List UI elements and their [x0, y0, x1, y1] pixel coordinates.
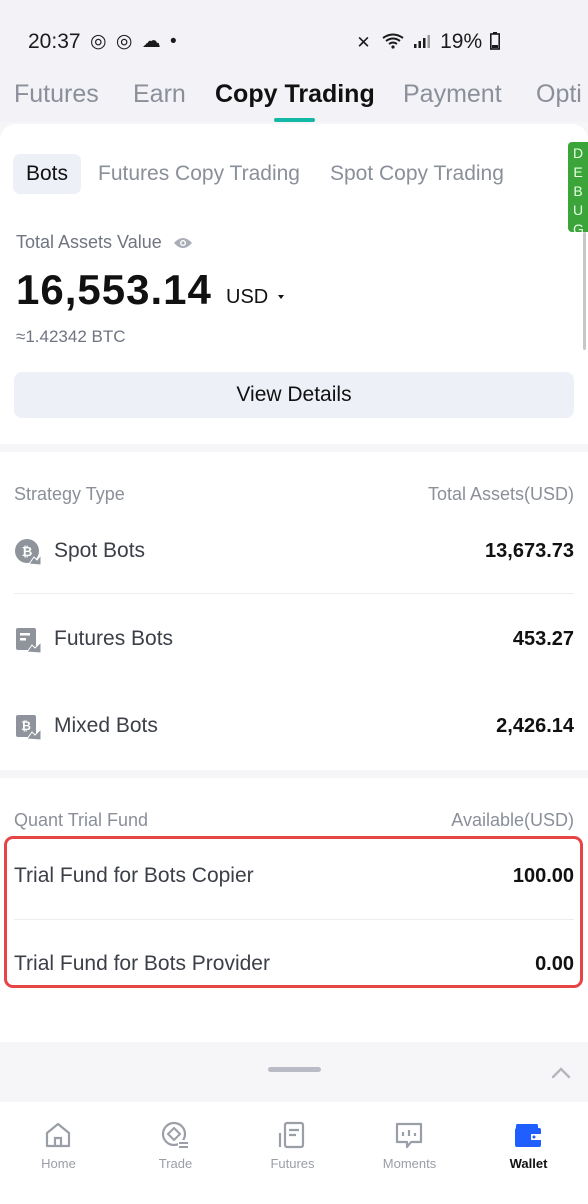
subtab-futures-copy-trading[interactable]: Futures Copy Trading [85, 154, 313, 194]
total-assets-value: 16,553.14 [16, 266, 212, 313]
caret-down-icon [277, 295, 284, 299]
eye-icon[interactable] [173, 236, 193, 250]
spot-bots-value: 13,673.73 [485, 540, 574, 562]
wallet-icon [515, 1124, 541, 1147]
bottom-sheet-bar [0, 1048, 588, 1102]
view-details-button[interactable]: View Details [14, 372, 574, 418]
moments-icon [395, 1122, 423, 1149]
highlight-box [4, 836, 583, 988]
mute-icon: ✕ [356, 33, 371, 52]
assets-btc-equivalent: ≈1.42342 BTC [16, 327, 126, 346]
nav-futures-label: Futures [270, 1156, 315, 1171]
divider [14, 593, 574, 594]
spot-bots-icon: ₿ [15, 539, 42, 566]
trade-icon [161, 1121, 189, 1149]
futures-bots-value: 453.27 [512, 628, 574, 650]
currency-label: USD [226, 286, 269, 308]
nav-home-label: Home [41, 1156, 76, 1171]
nav-moments[interactable]: Moments [351, 1102, 468, 1204]
signal-icon [414, 35, 431, 48]
futures-bots-label: Futures Bots [54, 627, 174, 650]
total-assets-text: Total Assets Value [16, 232, 162, 252]
tab-futures[interactable]: Futures [14, 80, 99, 109]
active-tab-indicator [274, 118, 315, 122]
bottom-nav: Home Trade Futures Moments Wallet [0, 1102, 588, 1204]
strategy-type-header: Strategy Type [14, 484, 125, 504]
nav-futures[interactable]: Futures [234, 1102, 351, 1204]
strategy-card: Strategy Type Total Assets(USD) ₿ Spot B… [0, 452, 588, 770]
futures-bots-icon [16, 628, 42, 654]
battery-icon [490, 32, 500, 50]
total-assets-label: Total Assets Value [16, 232, 193, 253]
debug-badge[interactable]: D E B U G [568, 142, 588, 232]
mixed-bots-icon: ₿ [16, 715, 42, 741]
battery-percent: 19% [440, 30, 483, 53]
nav-moments-label: Moments [382, 1156, 437, 1171]
status-right: ✕ 19% [356, 30, 500, 54]
wifi-icon [382, 33, 405, 49]
drag-handle[interactable] [268, 1067, 321, 1072]
svg-text:₿: ₿ [21, 719, 31, 733]
tab-payment[interactable]: Payment [403, 80, 502, 109]
nav-wallet-label: Wallet [509, 1156, 548, 1171]
assets-card: Bots Futures Copy Trading Spot Copy Tradin… [0, 124, 588, 444]
nav-trade[interactable]: Trade [117, 1102, 234, 1204]
available-usd-header: Available(USD) [451, 810, 574, 830]
spot-bots-label: Spot Bots [54, 539, 146, 562]
chevron-up-icon[interactable] [550, 1066, 572, 1080]
quant-trial-fund-header: Quant Trial Fund [14, 810, 149, 830]
scrollbar-thumb[interactable] [583, 232, 586, 350]
subtab-spot-copy-trading[interactable]: Spot Copy Trading [317, 154, 517, 194]
status-bar: 20:37 ◎ ◎ ☁ • ✕ 19% [0, 0, 588, 80]
home-icon [45, 1122, 71, 1148]
mixed-bots-value: 2,426.14 [496, 715, 574, 737]
svg-text:₿: ₿ [22, 545, 33, 560]
mixed-bots-label: Mixed Bots [54, 714, 158, 737]
tab-earn[interactable]: Earn [133, 80, 186, 109]
debug-label: D E B U G [573, 145, 584, 232]
tab-copy-trading[interactable]: Copy Trading [215, 80, 375, 109]
nav-home[interactable]: Home [0, 1102, 117, 1204]
nav-wallet[interactable]: Wallet [470, 1102, 587, 1204]
futures-icon [278, 1121, 305, 1149]
top-tab-bar: Futures Earn Copy Trading Payment Opti [0, 80, 588, 122]
nav-trade-label: Trade [158, 1156, 193, 1171]
status-notification-icons: ◎ ◎ ☁ • [90, 31, 179, 52]
currency-selector[interactable]: USD [226, 286, 286, 309]
sub-tab-bar: Bots Futures Copy Trading Spot Copy Tradin… [13, 154, 521, 194]
total-assets-usd-header: Total Assets(USD) [427, 484, 574, 504]
tab-options[interactable]: Opti [536, 80, 582, 109]
status-time: 20:37 [28, 30, 81, 53]
subtab-bots[interactable]: Bots [13, 154, 82, 194]
